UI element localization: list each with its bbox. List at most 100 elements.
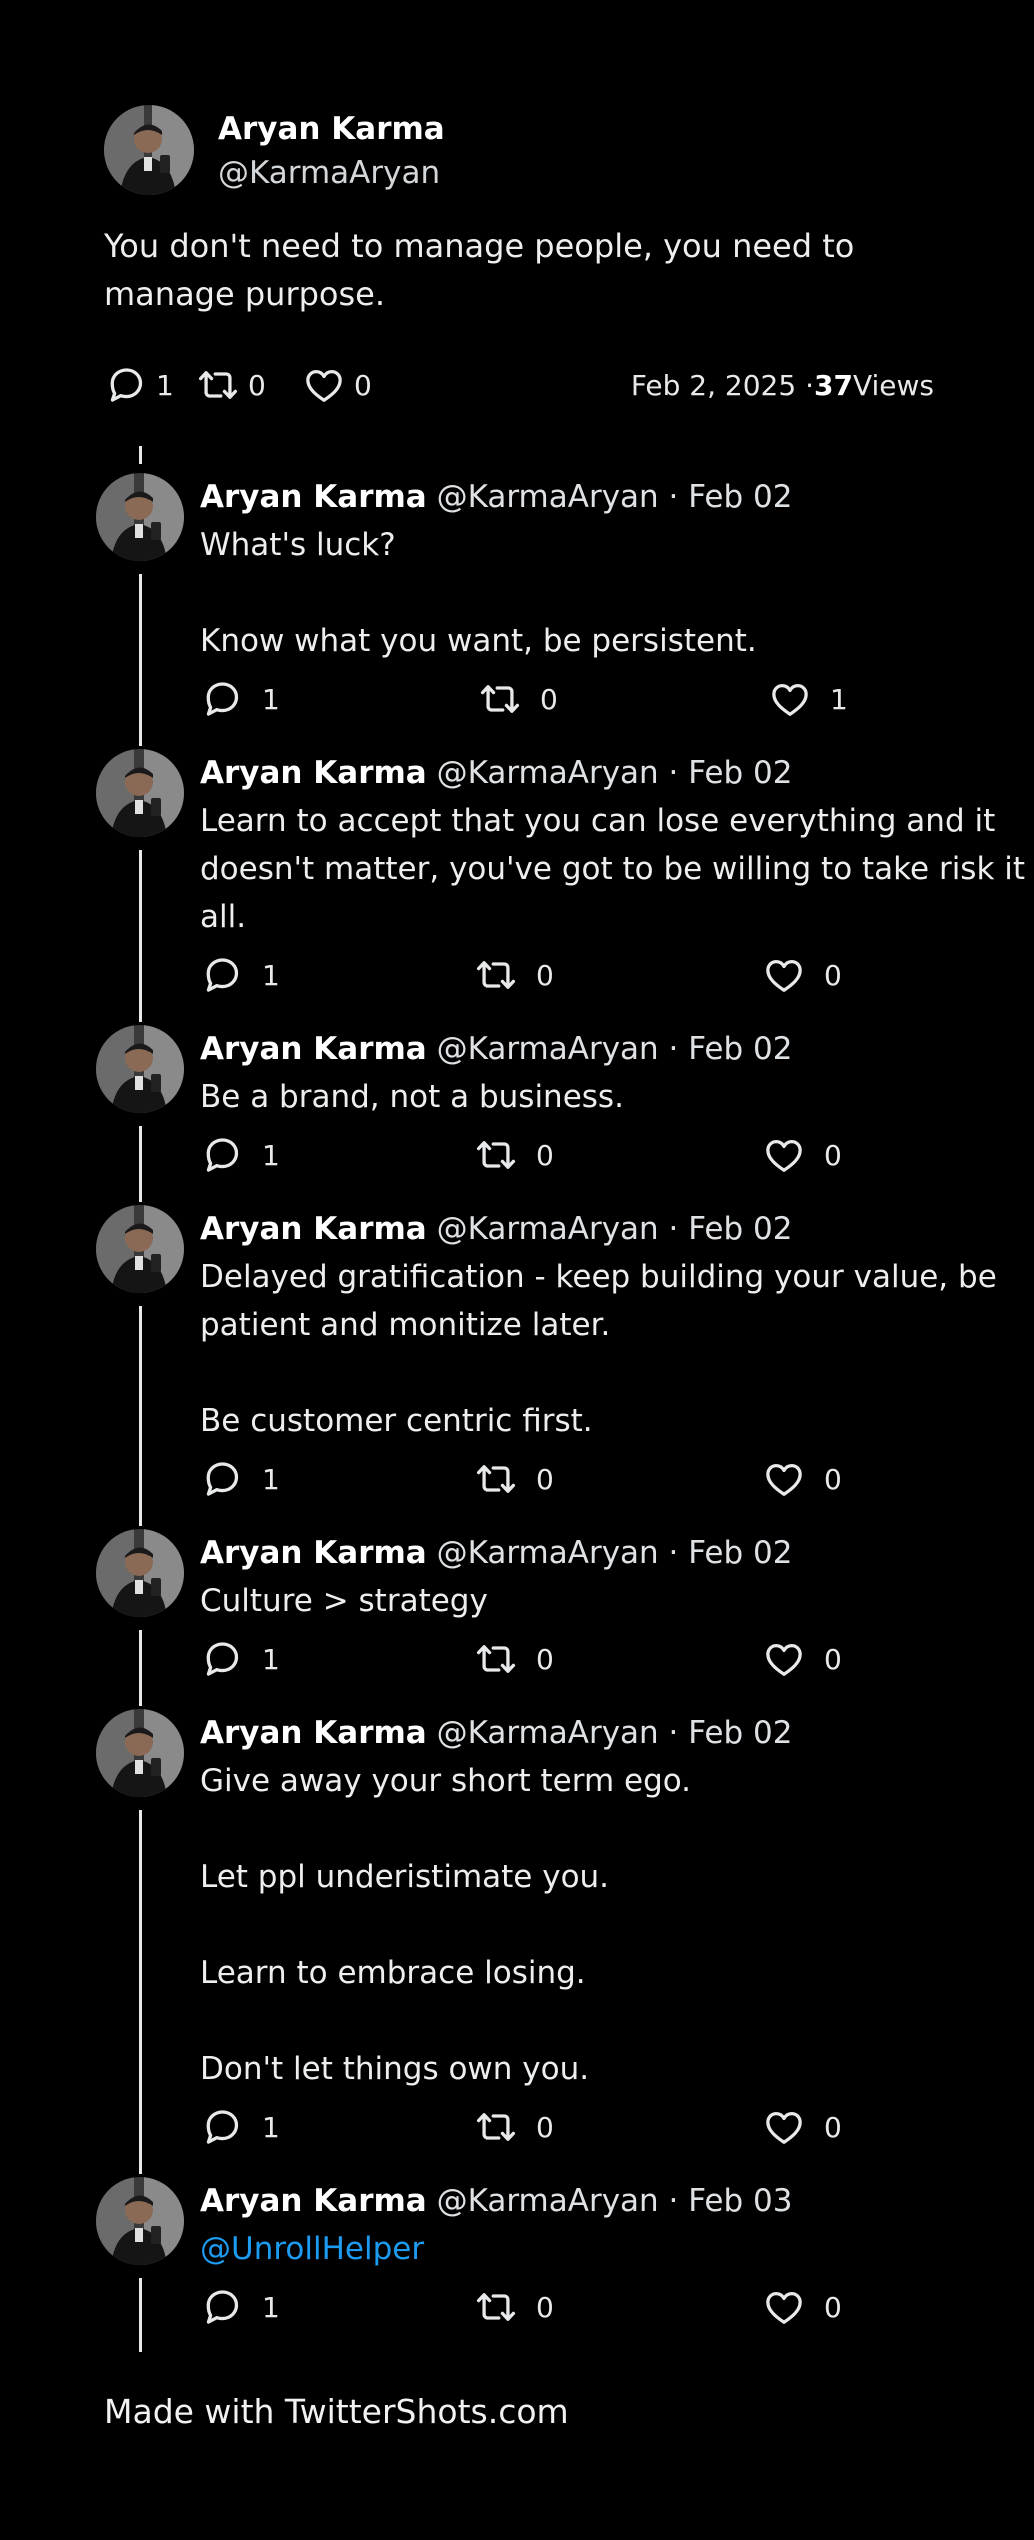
like-count: 0 <box>354 368 372 402</box>
like-button[interactable]: 0 <box>762 2284 842 2330</box>
speech-bubble-icon <box>200 677 244 721</box>
heart-icon <box>762 2285 806 2329</box>
retweet-stat[interactable]: 0 <box>196 362 266 408</box>
reply-header: Aryan Karma @KarmaAryan · Feb 02 <box>200 1205 792 1253</box>
retweet-count: 0 <box>248 368 266 402</box>
reply-count: 1 <box>262 1462 280 1496</box>
author-name[interactable]: Aryan Karma <box>200 1031 427 1067</box>
footer-credit[interactable]: Made with TwitterShots.com <box>104 2392 569 2431</box>
retweet-button[interactable]: 0 <box>474 2104 554 2150</box>
reply-stat[interactable]: 1 <box>104 362 174 408</box>
reply-actions: 1 0 0 <box>200 2104 900 2150</box>
heart-icon <box>762 1457 806 1501</box>
retweet-button[interactable]: 0 <box>474 1132 554 1178</box>
tweet-meta: Feb 2, 2025 · 37 Views <box>631 362 934 408</box>
author-name[interactable]: Aryan Karma <box>200 1535 427 1571</box>
avatar[interactable] <box>96 1529 184 1617</box>
author-handle-date[interactable]: @KarmaAryan · Feb 02 <box>427 1211 793 1247</box>
reply-button[interactable]: 1 <box>200 2284 280 2330</box>
heart-icon <box>762 2105 806 2149</box>
reply-text: @UnrollHelper <box>200 2225 1034 2273</box>
speech-bubble-icon <box>200 1637 244 1681</box>
like-count: 0 <box>824 958 842 992</box>
author-name[interactable]: Aryan Karma <box>200 1715 427 1751</box>
author-handle-date[interactable]: @KarmaAryan · Feb 02 <box>427 479 793 515</box>
retweet-icon <box>474 1133 518 1177</box>
like-button[interactable]: 0 <box>762 1132 842 1178</box>
like-button[interactable]: 0 <box>762 1636 842 1682</box>
text-line: Be a brand, not a business. <box>200 1079 624 1115</box>
thread-line <box>139 1126 142 1202</box>
tweet-stats: 1 0 0 Feb 2, 2025 · 37 Views <box>104 362 934 408</box>
author-name[interactable]: Aryan Karma <box>200 479 427 515</box>
author-name[interactable]: Aryan Karma <box>218 111 445 147</box>
retweet-button[interactable]: 0 <box>474 952 554 998</box>
retweet-icon <box>196 363 240 407</box>
avatar[interactable] <box>96 749 184 837</box>
speech-bubble-icon <box>200 1457 244 1501</box>
reply-button[interactable]: 1 <box>200 1636 280 1682</box>
like-button[interactable]: 0 <box>762 952 842 998</box>
reply-header: Aryan Karma @KarmaAryan · Feb 02 <box>200 749 792 797</box>
avatar[interactable] <box>96 473 184 561</box>
like-button[interactable]: 1 <box>768 676 848 722</box>
author-handle-date[interactable]: @KarmaAryan · Feb 02 <box>427 1535 793 1571</box>
author-name[interactable]: Aryan Karma <box>200 1211 427 1247</box>
retweet-button[interactable]: 0 <box>474 1636 554 1682</box>
retweet-button[interactable]: 0 <box>478 676 558 722</box>
text-line: Know what you want, be persistent. <box>200 623 757 659</box>
avatar[interactable] <box>96 2177 184 2265</box>
text-line: Give away your short term ego. <box>200 1763 692 1799</box>
avatar[interactable] <box>104 105 194 195</box>
reply-button[interactable]: 1 <box>200 1132 280 1178</box>
like-button[interactable]: 0 <box>762 2104 842 2150</box>
retweet-count: 0 <box>536 1462 554 1496</box>
reply-button[interactable]: 1 <box>200 952 280 998</box>
reply-button[interactable]: 1 <box>200 1456 280 1502</box>
mention-link[interactable]: @UnrollHelper <box>200 2231 424 2267</box>
heart-icon <box>762 1637 806 1681</box>
speech-bubble-icon <box>200 2285 244 2329</box>
author-handle-date[interactable]: @KarmaAryan · Feb 02 <box>427 755 793 791</box>
author-handle-date[interactable]: @KarmaAryan · Feb 03 <box>427 2183 793 2219</box>
retweet-count: 0 <box>536 2110 554 2144</box>
text-line <box>200 1997 1034 2045</box>
reply-count: 1 <box>262 682 280 716</box>
reply-count: 1 <box>262 2110 280 2144</box>
reply-text: Learn to accept that you can lose everyt… <box>200 797 1034 941</box>
speech-bubble-icon <box>200 2105 244 2149</box>
text-line: Learn to accept that you can lose everyt… <box>200 803 1026 935</box>
heart-icon <box>762 1133 806 1177</box>
author-handle[interactable]: @KarmaAryan <box>218 155 440 191</box>
avatar[interactable] <box>96 1205 184 1293</box>
author-name[interactable]: Aryan Karma <box>200 755 427 791</box>
like-stat[interactable]: 0 <box>302 362 372 408</box>
thread-line <box>139 1306 142 1526</box>
avatar[interactable] <box>96 1709 184 1797</box>
retweet-icon <box>474 1637 518 1681</box>
retweet-button[interactable]: 0 <box>474 1456 554 1502</box>
author-handle-date[interactable]: @KarmaAryan · Feb 02 <box>427 1715 793 1751</box>
reply-actions: 1 0 0 <box>200 952 900 998</box>
speech-bubble-icon <box>200 1133 244 1177</box>
reply-button[interactable]: 1 <box>200 676 280 722</box>
author-handle-date[interactable]: @KarmaAryan · Feb 02 <box>427 1031 793 1067</box>
reply-button[interactable]: 1 <box>200 2104 280 2150</box>
author-name[interactable]: Aryan Karma <box>200 2183 427 2219</box>
reply-text: Delayed gratification - keep building yo… <box>200 1253 1034 1445</box>
reply-count: 1 <box>262 958 280 992</box>
reply-count: 1 <box>262 1642 280 1676</box>
retweet-button[interactable]: 0 <box>474 2284 554 2330</box>
thread-line <box>139 446 142 464</box>
text-line: Let ppl underistimate you. <box>200 1859 610 1895</box>
like-count: 0 <box>824 1462 842 1496</box>
avatar[interactable] <box>96 1025 184 1113</box>
heart-icon <box>302 363 346 407</box>
reply-header: Aryan Karma @KarmaAryan · Feb 02 <box>200 1529 792 1577</box>
text-line: What's luck? <box>200 527 396 563</box>
speech-bubble-icon <box>200 953 244 997</box>
tweet-date: Feb 2, 2025 · <box>630 368 814 402</box>
retweet-count: 0 <box>536 1138 554 1172</box>
retweet-icon <box>474 1457 518 1501</box>
like-button[interactable]: 0 <box>762 1456 842 1502</box>
